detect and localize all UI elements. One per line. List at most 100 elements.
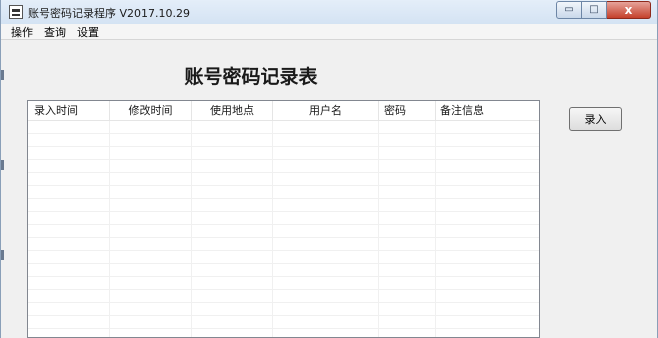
table-cell <box>379 212 436 225</box>
maximize-button[interactable]: □ <box>582 1 607 19</box>
app-icon <box>9 5 23 19</box>
table-cell <box>273 212 379 225</box>
table-row[interactable] <box>28 290 539 303</box>
table-cell <box>436 277 539 290</box>
table-cell <box>273 329 379 337</box>
table-cell <box>28 316 110 329</box>
table-cell <box>436 199 539 212</box>
table-cell <box>28 147 110 160</box>
table-cell <box>28 303 110 316</box>
table-cell <box>379 160 436 173</box>
menu-item-settings[interactable]: 设置 <box>77 24 99 40</box>
table-cell <box>110 147 192 160</box>
table-cell <box>110 225 192 238</box>
table-cell <box>379 225 436 238</box>
table-cell <box>436 121 539 134</box>
table-cell <box>192 303 273 316</box>
window-edge-mark <box>1 250 4 260</box>
table-cell <box>436 147 539 160</box>
table-cell <box>192 134 273 147</box>
table-cell <box>436 134 539 147</box>
table-cell <box>110 277 192 290</box>
menu-item-operate[interactable]: 操作 <box>11 24 33 40</box>
table-row[interactable] <box>28 186 539 199</box>
table-row[interactable] <box>28 225 539 238</box>
table-cell <box>273 121 379 134</box>
table-cell <box>110 329 192 337</box>
table-cell <box>192 147 273 160</box>
table-cell <box>379 147 436 160</box>
app-window: 账号密码记录程序 V2017.10.29 ▭ □ x 操作 查询 设置 账号密码… <box>0 0 658 338</box>
column-header-modified-time[interactable]: 修改时间 <box>110 101 192 120</box>
table-row[interactable] <box>28 329 539 337</box>
table-cell <box>192 212 273 225</box>
table-cell <box>110 160 192 173</box>
table-body <box>28 121 539 337</box>
page-title: 账号密码记录表 <box>184 66 318 88</box>
table-cell <box>110 199 192 212</box>
table-cell <box>192 316 273 329</box>
table-row[interactable] <box>28 199 539 212</box>
column-header-password[interactable]: 密码 <box>379 101 436 120</box>
table-cell <box>436 225 539 238</box>
table-cell <box>192 186 273 199</box>
table-row[interactable] <box>28 316 539 329</box>
table-cell <box>28 121 110 134</box>
table-cell <box>110 186 192 199</box>
table-cell <box>110 316 192 329</box>
column-header-entry-time[interactable]: 录入时间 <box>28 101 110 120</box>
table-cell <box>379 199 436 212</box>
title-bar[interactable]: 账号密码记录程序 V2017.10.29 ▭ □ x <box>1 0 657 25</box>
table-cell <box>379 121 436 134</box>
table-cell <box>110 212 192 225</box>
table-cell <box>28 160 110 173</box>
table-cell <box>379 238 436 251</box>
table-cell <box>192 199 273 212</box>
table-cell <box>379 186 436 199</box>
table-cell <box>436 251 539 264</box>
table-cell <box>28 199 110 212</box>
table-cell <box>379 303 436 316</box>
table-cell <box>436 316 539 329</box>
table-row[interactable] <box>28 212 539 225</box>
table-cell <box>28 290 110 303</box>
enter-button[interactable]: 录入 <box>569 107 622 131</box>
table-row[interactable] <box>28 251 539 264</box>
table-row[interactable] <box>28 147 539 160</box>
table-cell <box>28 225 110 238</box>
table-cell <box>110 238 192 251</box>
table-cell <box>273 264 379 277</box>
table-cell <box>436 212 539 225</box>
table-row[interactable] <box>28 277 539 290</box>
table-cell <box>273 303 379 316</box>
column-header-notes[interactable]: 备注信息 <box>436 101 539 120</box>
table-row[interactable] <box>28 303 539 316</box>
column-header-location[interactable]: 使用地点 <box>192 101 273 120</box>
table-row[interactable] <box>28 264 539 277</box>
table-row[interactable] <box>28 121 539 134</box>
table-row[interactable] <box>28 173 539 186</box>
records-table[interactable]: 录入时间 修改时间 使用地点 用户名 密码 备注信息 <box>27 100 540 338</box>
table-cell <box>28 329 110 337</box>
table-cell <box>28 277 110 290</box>
table-cell <box>379 277 436 290</box>
table-cell <box>110 303 192 316</box>
minimize-button[interactable]: ▭ <box>556 1 582 19</box>
minimize-icon: ▭ <box>564 4 574 15</box>
table-header: 录入时间 修改时间 使用地点 用户名 密码 备注信息 <box>28 101 539 121</box>
table-cell <box>110 134 192 147</box>
table-cell <box>28 212 110 225</box>
column-header-username[interactable]: 用户名 <box>273 101 379 120</box>
close-button[interactable]: x <box>607 1 651 19</box>
table-cell <box>192 225 273 238</box>
table-cell <box>436 290 539 303</box>
table-cell <box>379 173 436 186</box>
table-row[interactable] <box>28 134 539 147</box>
table-cell <box>436 329 539 337</box>
menu-item-query[interactable]: 查询 <box>44 24 66 40</box>
table-row[interactable] <box>28 238 539 251</box>
table-cell <box>110 264 192 277</box>
table-row[interactable] <box>28 160 539 173</box>
menu-bar: 操作 查询 设置 <box>1 24 657 40</box>
table-cell <box>192 160 273 173</box>
